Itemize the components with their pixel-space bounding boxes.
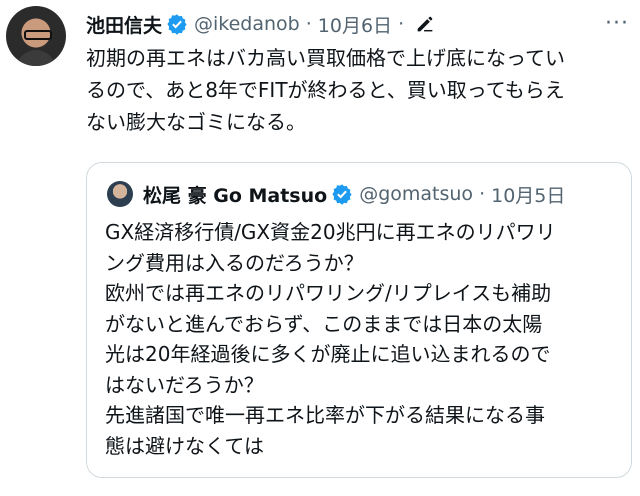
quoted-text-line: はないだろうか？ [105,372,264,397]
quoted-tweet-header: 松尾 豪 Go Matsuo @gomatsuo · 10月5日 [107,177,565,211]
author-name[interactable]: 池田信夫 [86,11,162,38]
quoted-text-line: 態は避けなくては [105,433,264,458]
tweet-text-line: ない膨大なゴミになる。 [86,110,306,134]
tweet-text: 初期の再エネはバカ高い買取価格で上げ底になってい るので、あと8年でFITが終わ… [86,42,634,138]
quoted-text-line: 先進諸国で唯一再エネ比率が下がる結果になる事 [105,403,545,427]
quoted-text-line: 欧州では再エネのリパワリング/リプレイスも補助 [105,281,552,305]
quoted-author-handle[interactable]: @gomatsuo [359,183,473,205]
meta-separator: · [479,183,486,205]
meta-separator-2: · [398,13,405,35]
avatar-shirt [16,50,56,66]
quoted-author-avatar[interactable] [107,181,133,207]
tweet-text-line: 初期の再エネはバカ高い買取価格で上げ底になってい [86,46,565,70]
verified-badge-icon [166,13,188,35]
meta-separator: · [305,13,312,35]
quoted-text-line: GX経済移行債/GX資金20兆円に再エネのリパワリ [105,220,556,244]
author-avatar[interactable] [6,6,66,66]
quoted-text-line: ング費用は入るのだろうか？ [105,250,364,275]
quoted-text-line: 光は20年経過後に多くが廃止に追い込まれるので [105,342,551,366]
author-handle[interactable]: @ikedanob [194,13,300,35]
avatar-glasses [24,30,52,40]
tweet-text-line: るので、あと8年でFITが終わると、買い取ってもらえ [86,78,565,102]
quoted-tweet-text: GX経済移行債/GX資金20兆円に再エネのリパワリ ング費用は入るのだろうか？ … [105,217,625,461]
verified-badge-icon [331,183,353,205]
quoted-text-line: がないと進んでおらず、このままでは日本の太陽 [105,311,543,336]
quoted-tweet-date[interactable]: 10月5日 [491,181,565,208]
edit-pencil-icon[interactable] [414,13,436,35]
quoted-tweet-card[interactable]: 松尾 豪 Go Matsuo @gomatsuo · 10月5日 GX経済移行債… [86,162,632,478]
tweet-header: 池田信夫 @ikedanob · 10月6日 · [86,6,436,42]
quoted-author-name[interactable]: 松尾 豪 Go Matsuo [143,181,327,208]
more-options-button[interactable]: ··· [602,13,632,35]
tweet-date[interactable]: 10月6日 [318,11,392,38]
